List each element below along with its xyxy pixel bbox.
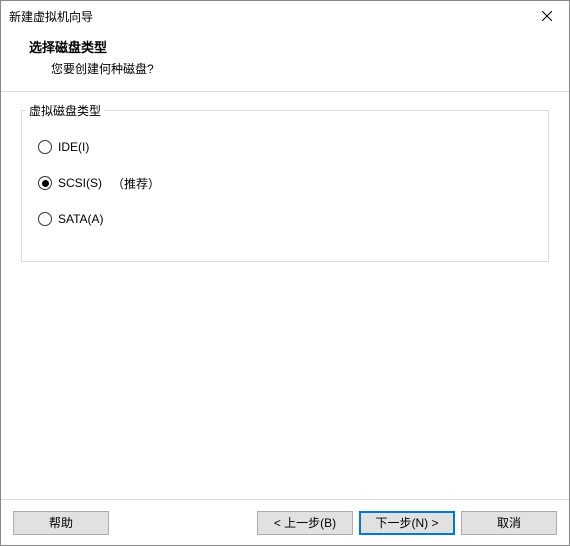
- page-subtitle: 您要创建何种磁盘?: [29, 60, 569, 77]
- close-button[interactable]: [524, 1, 569, 31]
- radio-option-ide[interactable]: IDE(I): [38, 129, 532, 165]
- wizard-header: 选择磁盘类型 您要创建何种磁盘?: [1, 31, 569, 92]
- radio-label: SATA(A): [58, 212, 104, 226]
- radio-recommended: （推荐）: [112, 175, 160, 192]
- titlebar: 新建虚拟机向导: [1, 1, 569, 31]
- cancel-button[interactable]: 取消: [461, 511, 557, 535]
- radio-option-scsi[interactable]: SCSI(S) （推荐）: [38, 165, 532, 201]
- next-button[interactable]: 下一步(N) >: [359, 511, 455, 535]
- close-icon: [542, 11, 552, 21]
- help-button[interactable]: 帮助: [13, 511, 109, 535]
- back-button[interactable]: < 上一步(B): [257, 511, 353, 535]
- radio-icon: [38, 140, 52, 154]
- radio-label: IDE(I): [58, 140, 89, 154]
- content-area: 虚拟磁盘类型 IDE(I) SCSI(S) （推荐） SATA(A): [1, 92, 569, 499]
- radio-label: SCSI(S): [58, 176, 102, 190]
- wizard-footer: 帮助 < 上一步(B) 下一步(N) > 取消: [1, 499, 569, 545]
- radio-icon: [38, 176, 52, 190]
- radio-option-sata[interactable]: SATA(A): [38, 201, 532, 237]
- group-legend: 虚拟磁盘类型: [26, 102, 104, 119]
- radio-icon: [38, 212, 52, 226]
- wizard-window: 新建虚拟机向导 选择磁盘类型 您要创建何种磁盘? 虚拟磁盘类型 IDE(I) S…: [0, 0, 570, 546]
- page-title: 选择磁盘类型: [29, 37, 569, 56]
- disk-type-group: 虚拟磁盘类型 IDE(I) SCSI(S) （推荐） SATA(A): [21, 110, 549, 262]
- window-title: 新建虚拟机向导: [9, 8, 93, 25]
